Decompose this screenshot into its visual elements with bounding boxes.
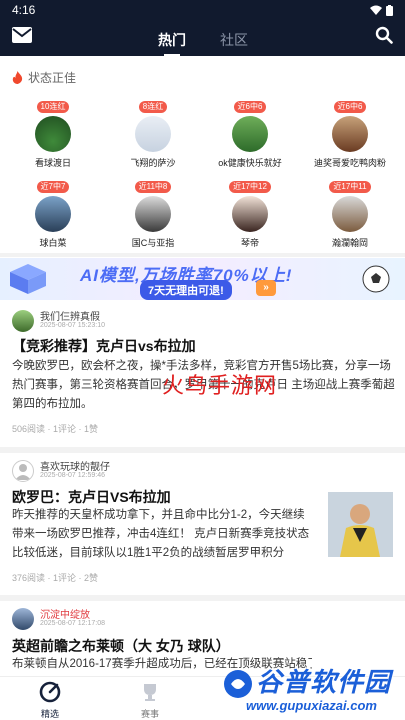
tab-community[interactable]: 社区 [220,30,248,50]
divider [0,447,405,453]
expert-card[interactable]: 近11中8 国C与亚指 [108,176,198,249]
expert-card[interactable]: 8连红 飞翔的萨沙 [108,96,198,169]
post-comments: 1评论 [53,573,77,583]
expert-card[interactable]: 近17中11 瀚瀾翰岡 [305,176,395,249]
expert-name: 球白菜 [39,238,67,248]
battery-icon [386,4,393,16]
brand-watermark: 谷普软件园 www.gupuxiazai.com [220,660,405,720]
post-stats: 506阅读 · 1评论 · 1赞 [12,424,99,434]
post-comments: 1评论 [53,424,77,434]
section-title: 状态正佳 [28,71,77,85]
nav-row: 热门 社区 [0,20,405,56]
streak-badge: 近6中6 [333,101,367,113]
avatar [232,196,268,232]
expert-card[interactable]: 近6中6 ok健康快乐就好 [205,96,295,169]
avatar [12,460,34,482]
expert-card[interactable]: 近6中6 迪奖哥爱吃鸭肉粉 [305,96,395,169]
post-likes: 1赞 [84,424,99,434]
top-bar: 4:16 热门 社区 [0,0,405,56]
post-reads: 506阅读 [12,424,46,434]
banner-arrow-icon: » [256,280,276,296]
status-icons [370,4,393,16]
brand-url: www.gupuxiazai.com [246,698,377,713]
expert-name: 看球渡日 [34,158,71,168]
nav-featured[interactable]: 精选 [20,677,80,720]
divider [0,253,405,257]
post-title: 【竞彩推荐】克卢日vs布拉加 [12,338,196,354]
post-author: 我们仨辨真假 [40,312,100,323]
streak-badge: 8连红 [138,101,168,113]
streak-badge: 近11中8 [134,181,172,193]
expert-name: 国C与亚指 [131,238,175,248]
avatar [35,196,71,232]
banner-cta: 7天无理由可退! [140,280,232,300]
player-image-icon [328,492,393,557]
status-bar: 4:16 [0,0,405,20]
avatar [232,116,268,152]
post-title: 欧罗巴：克卢日VS布拉加 [12,489,171,505]
status-time: 4:16 [12,3,36,17]
streak-badge: 近17中11 [329,181,371,193]
promo-banner[interactable]: AI模型,万场胜率70%以上! 7天无理由可退! » [0,258,405,300]
user-icon [15,464,31,480]
soccer-ball-icon [362,265,390,293]
expert-name: ok健康快乐就好 [218,158,282,168]
mail-icon[interactable] [12,27,32,43]
brand-logo-icon [224,670,252,698]
avatar [35,116,71,152]
avatar [135,196,171,232]
post-author: 喜欢玩球的靓仔 [40,462,110,473]
avatar [135,116,171,152]
post-reads: 376阅读 [12,573,46,583]
post-author: 沉淀中绽放 [40,610,90,621]
expert-name: 琴帝 [240,238,259,248]
post-likes: 2赞 [84,573,99,583]
section-header: 状态正佳 [12,69,76,86]
ai-cube-icon [10,264,46,294]
trophy-icon [144,684,156,701]
avatar [332,196,368,232]
expert-name: 瀚瀾翰岡 [331,238,368,248]
expert-name: 飞翔的萨沙 [130,158,176,168]
post-body: 昨天推荐的天皇杯成功拿下，并且命中比分1-2，今天继续带来一场欧罗巴推荐，冲击4… [12,509,310,559]
expert-name: 迪奖哥爱吃鸭肉粉 [313,158,386,168]
post-title: 英超前瞻之布莱顿（大 女乃 球队） [12,638,230,654]
search-icon[interactable] [375,26,393,44]
top-tabs: 热门 社区 [158,30,248,56]
avatar [332,116,368,152]
expert-card[interactable]: 近7中7 球白菜 [8,176,98,249]
streak-badge: 近17中12 [229,181,271,193]
nav-matches[interactable]: 赛事 [120,677,180,720]
nav-label: 赛事 [140,709,159,719]
post-date: 2025-08-07 15:23:10 [40,322,105,329]
tab-hot[interactable]: 热门 [158,30,186,56]
post-thumbnail [328,492,393,557]
post-stats: 376阅读 · 1评论 · 2赞 [12,573,99,583]
streak-badge: 近7中7 [36,181,70,193]
avatar [12,310,34,332]
divider [0,595,405,601]
brand-name: 谷普软件园 [256,667,392,697]
target-icon [39,681,61,703]
nav-label: 精选 [40,709,59,719]
fire-icon [12,71,23,84]
wifi-icon [370,5,382,15]
post-card[interactable]: 喜欢玩球的靓仔 2025-08-07 12:59:46 欧罗巴：克卢日VS布拉加… [0,456,405,591]
post-date: 2025-08-07 12:59:46 [40,472,105,479]
streak-badge: 10连红 [36,101,70,113]
avatar [12,608,34,630]
post-date: 2025-08-07 12:17:08 [40,620,105,627]
expert-card[interactable]: 10连红 看球渡日 [8,96,98,169]
streak-badge: 近6中6 [233,101,267,113]
watermark: 火鸟手游网 [162,374,278,399]
expert-card[interactable]: 近17中12 琴帝 [205,176,295,249]
